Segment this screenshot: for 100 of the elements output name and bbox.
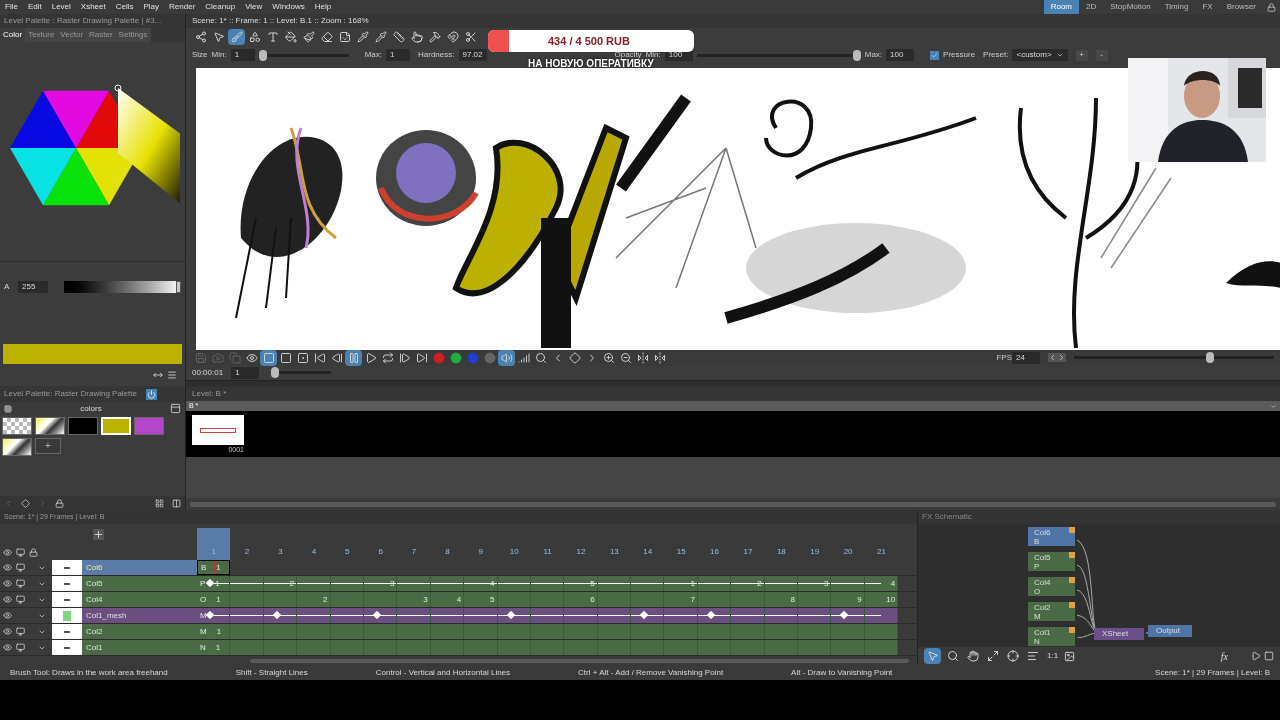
value-field[interactable]: 1 [231,366,260,379]
alpha-slider[interactable] [64,281,181,293]
xsheet-cell[interactable]: N 1 [197,640,231,655]
value-field[interactable]: 97.02 [458,49,487,61]
slider-handle[interactable] [258,49,267,61]
xsheet-cell[interactable] [798,592,832,607]
xsheet-cell[interactable] [363,608,398,623]
xsheet-cell[interactable] [397,624,431,639]
camstand-icon[interactable] [16,548,25,557]
room-tab[interactable]: StopMotion [1103,0,1158,14]
render-toggle-icon[interactable] [1069,552,1075,558]
xsheet-cell[interactable] [497,640,531,655]
keyframe-icon[interactable] [205,578,215,588]
xsheet-cell[interactable] [530,576,565,591]
xsheet-cell[interactable]: 2 [263,576,298,591]
fx-node[interactable]: Col5 P [1028,552,1075,571]
frame-number[interactable]: 14 [631,546,665,560]
xsheet-cell[interactable] [230,592,264,607]
xsheet-cell[interactable]: M [197,608,231,623]
xsheet-cell[interactable] [664,624,698,639]
xsheet-cell[interactable] [397,576,431,591]
xsheet-cell[interactable] [631,624,665,639]
xsheet-cell[interactable] [230,640,264,655]
xsheet-cell[interactable] [397,640,431,655]
keyframe-icon[interactable] [372,610,382,620]
add-column-icon[interactable] [93,529,104,540]
alpha-value[interactable]: 255 [18,281,48,293]
xsheet-cell[interactable] [664,608,698,623]
column-header[interactable]: Col6 [82,560,197,575]
xsheet-cell[interactable] [530,624,565,639]
tab[interactable]: Vector [57,28,87,42]
tool-button[interactable] [1004,648,1021,664]
keyframe-icon[interactable] [506,610,515,620]
xsheet-cell[interactable] [530,640,565,655]
xsheet-cell[interactable] [597,624,632,639]
xsheet-cell[interactable] [263,608,298,623]
xsheet-cell[interactable] [731,624,765,639]
image-icon[interactable] [1064,650,1076,662]
xsheet-cell[interactable]: P 1 [197,576,231,591]
xsheet-cell[interactable] [764,576,799,591]
scrollbar[interactable] [250,658,909,663]
xsheet-cell[interactable] [697,640,732,655]
frame-number[interactable]: 9 [464,546,498,560]
xsheet-cell[interactable]: O 1 [197,592,231,607]
render-toggle-icon[interactable] [1069,577,1075,583]
xsheet-cell[interactable] [363,592,398,607]
preset-dropdown[interactable]: <custom> [1012,49,1068,61]
xsheet-cell[interactable] [564,624,598,639]
eye-icon[interactable] [3,643,12,652]
xsheet-cell[interactable] [798,608,832,623]
tool-button[interactable] [444,29,461,45]
xsheet-cell[interactable] [831,624,865,639]
xsheet-cell[interactable] [430,608,465,623]
xsheet-cell[interactable]: 4 [864,576,899,591]
xsheet-cell[interactable] [330,576,364,591]
value-field[interactable]: 1 [386,49,411,61]
add-style-button[interactable]: + [35,438,61,454]
xsheet-cell[interactable] [330,624,364,639]
slider-handle[interactable] [852,49,861,61]
slider-handle[interactable] [271,367,280,378]
xsheet-cell[interactable] [530,608,565,623]
frame-number[interactable]: 11 [530,546,565,560]
xsheet-cell[interactable] [697,592,732,607]
xsheet-cell[interactable] [764,608,799,623]
slider-track[interactable] [271,367,332,378]
xsheet-cell[interactable] [497,576,531,591]
xsheet-cell[interactable]: 3 [397,592,431,607]
menu-item[interactable]: Cells [110,1,139,13]
tool-button[interactable] [447,349,464,366]
xsheet-cell[interactable]: 7 [664,592,698,607]
camstand-icon[interactable] [16,563,25,572]
xsheet-cell[interactable] [731,640,765,655]
xsheet-cell[interactable] [363,624,398,639]
xsheet-cell[interactable] [464,640,498,655]
frame-number[interactable]: 21 [864,546,899,560]
menu-item[interactable]: View [240,1,268,13]
preset-button[interactable]: - [1095,49,1108,61]
power-icon[interactable] [146,388,157,400]
xsheet-node[interactable]: XSheet [1094,628,1144,640]
xsheet-cell[interactable]: B 1 [197,560,231,575]
style-chip[interactable] [35,417,65,435]
lock-icon[interactable] [29,548,38,557]
lock-icon[interactable] [55,498,64,508]
xsheet-cell[interactable] [631,592,665,607]
room-tab[interactable]: 2D [1079,0,1104,14]
xsheet-cell[interactable] [864,608,899,623]
xsheet-cell[interactable] [597,592,632,607]
xsheet-cell[interactable] [597,608,632,623]
menu-item[interactable]: Cleanup [200,1,241,13]
xsheet-cell[interactable] [831,608,865,623]
menu-icon[interactable] [167,370,177,380]
frame-number[interactable]: 17 [731,546,765,560]
xsheet-cell[interactable] [330,640,364,655]
frame-number[interactable]: 12 [564,546,598,560]
resize-icon[interactable] [153,370,163,380]
xsheet-cell[interactable]: 5 [564,576,598,591]
menu-item[interactable]: File [0,1,23,13]
xsheet-cell[interactable] [464,608,498,623]
room-tab[interactable]: Browser [1219,0,1263,14]
pressure-checkbox[interactable] [930,50,940,60]
